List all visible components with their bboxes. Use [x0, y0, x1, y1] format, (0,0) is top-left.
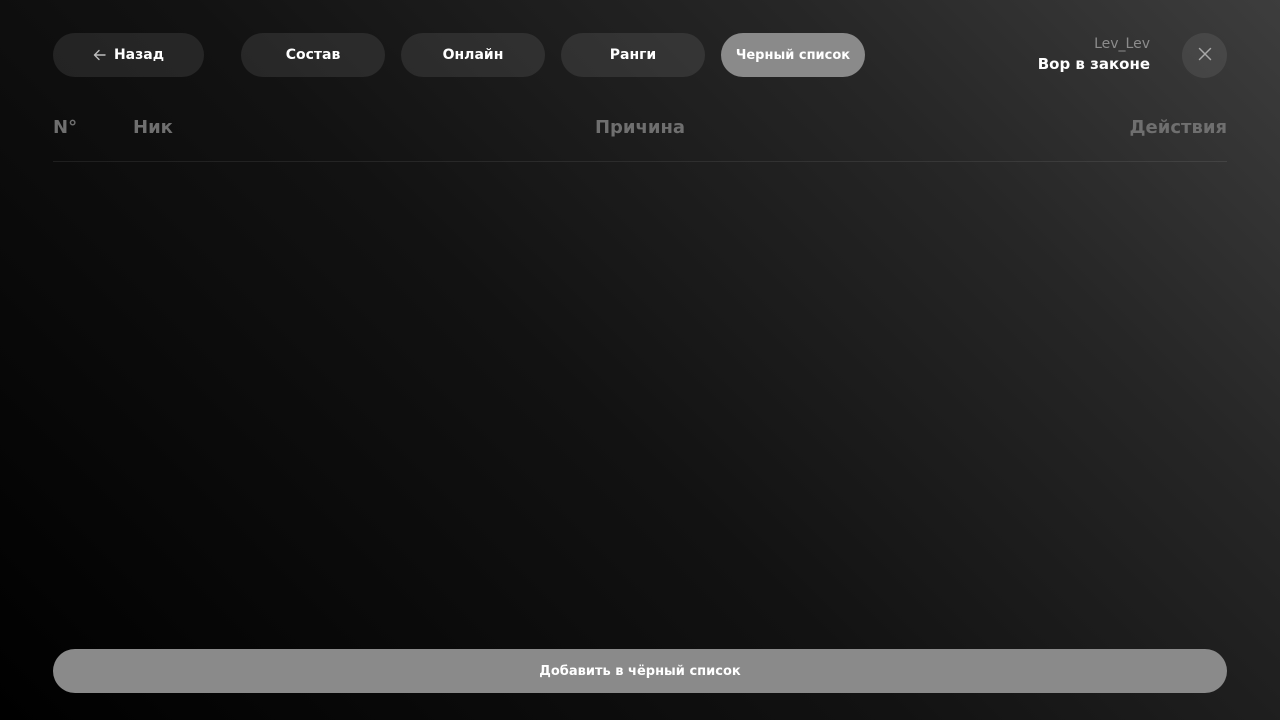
back-button-label: Назад	[113, 47, 165, 63]
tab-members[interactable]: Состав	[241, 33, 385, 77]
top-navigation: Назад Состав Онлайн Ранги Черный список …	[53, 33, 1227, 78]
back-button[interactable]: Назад	[53, 33, 204, 77]
column-header-reason: Причина	[594, 117, 686, 138]
tab-ranks[interactable]: Ранги	[561, 33, 705, 77]
tab-blacklist[interactable]: Черный список	[721, 33, 865, 77]
user-info: Lev_Lev Вор в законе	[1038, 33, 1150, 74]
close-icon	[1198, 46, 1212, 65]
user-rank: Вор в законе	[1037, 55, 1150, 73]
arrow-left-icon	[93, 49, 106, 61]
user-nickname: Lev_Lev	[1094, 36, 1150, 52]
blacklist-table-body	[53, 162, 1227, 630]
column-header-actions: Действия	[1129, 117, 1227, 138]
close-button[interactable]	[1182, 33, 1227, 78]
table-header: N° Ник Причина Действия	[53, 113, 1227, 143]
add-to-blacklist-button[interactable]: Добавить в чёрный список	[53, 649, 1227, 693]
tab-online[interactable]: Онлайн	[401, 33, 545, 77]
